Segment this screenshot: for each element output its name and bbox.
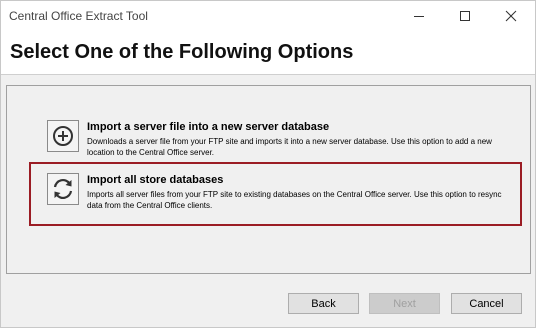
wizard-header: Select One of the Following Options	[1, 31, 535, 75]
minimize-button[interactable]	[396, 1, 442, 31]
option-import-server-file[interactable]: Import a server file into a new server d…	[45, 118, 525, 168]
maximize-button[interactable]	[442, 1, 488, 31]
next-button[interactable]: Next	[369, 293, 440, 314]
option-description: Imports all server files from your FTP s…	[87, 190, 502, 210]
title-bar: Central Office Extract Tool	[1, 1, 535, 31]
option-import-store-databases[interactable]: Import all store databases Imports all s…	[45, 171, 525, 221]
close-button[interactable]	[488, 1, 534, 31]
plus-circle-icon[interactable]	[47, 120, 79, 152]
minimize-icon	[414, 15, 424, 17]
option-description: Downloads a server file from your FTP si…	[87, 137, 492, 157]
cancel-button[interactable]: Cancel	[451, 293, 522, 314]
close-icon	[505, 10, 517, 22]
option-title: Import all store databases	[87, 174, 224, 186]
app-window: Central Office Extract Tool Select One o…	[0, 0, 536, 328]
window-title: Central Office Extract Tool	[9, 9, 148, 23]
options-panel: Import a server file into a new server d…	[6, 85, 531, 274]
option-title: Import a server file into a new server d…	[87, 121, 330, 133]
page-heading: Select One of the Following Options	[10, 41, 354, 63]
maximize-icon	[460, 11, 470, 21]
back-button[interactable]: Back	[288, 293, 359, 314]
refresh-icon[interactable]	[47, 173, 79, 205]
